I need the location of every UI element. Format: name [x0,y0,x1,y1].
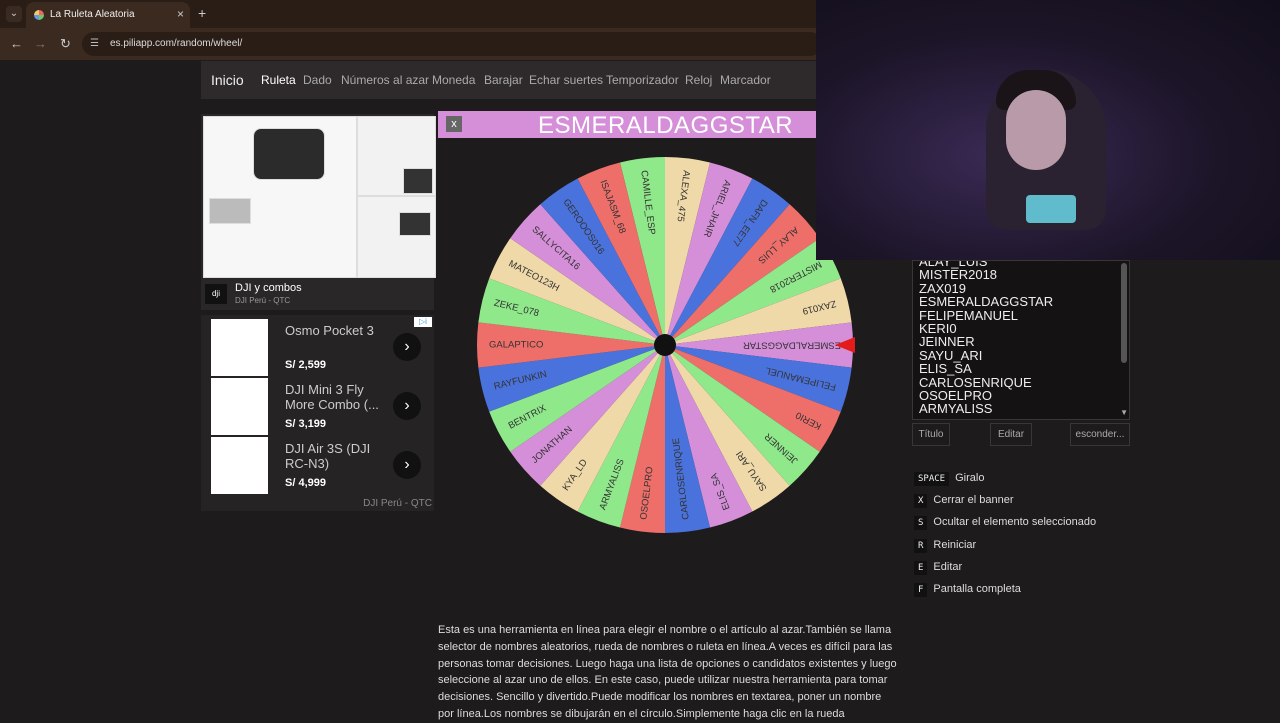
nav-home[interactable]: Inicio [211,72,244,88]
key-badge: SPACE [914,472,950,486]
shortcut-label: Ocultar el elemento seleccionado [933,516,1097,528]
ad-product-list: ▷i Osmo Pocket 3 S/ 2,599 › DJI Mini 3 F… [201,315,434,511]
shortcut-close-banner: X Cerrar el banner [914,494,1014,508]
product-thumbnail [211,437,268,494]
new-tab-icon[interactable]: + [198,5,206,21]
name-line: MISTER2018 [919,267,998,283]
wheel-segment-label: GALAPTICO [489,340,543,351]
names-textarea[interactable]: ALAY_LUIS MISTER2018 ZAX019 ESMERALDAGGS… [912,260,1130,420]
ad-title: DJI y combos [235,282,302,294]
nav-echar-suertes[interactable]: Echar suertes [529,73,603,87]
ad-banner[interactable]: dji DJI y combos DJI Perú - QTC [201,114,436,310]
name-line: FELIPEMANUEL [919,307,1018,323]
name-line: ARMYALISS [919,401,993,417]
nav-moneda[interactable]: Moneda [432,73,475,87]
back-icon[interactable]: ← [10,36,23,51]
nav-ruleta[interactable]: Ruleta [261,73,296,87]
nav-numeros[interactable]: Números al azar [341,73,429,87]
key-badge: E [914,561,928,575]
tab-search-icon[interactable]: ⌄ [6,6,22,22]
name-line: SAYU_ARI [919,347,983,363]
product-name: DJI Mini 3 Fly More Combo (... [285,382,379,412]
nav-marcador[interactable]: Marcador [720,73,771,87]
name-line: OSOELPRO [919,388,992,404]
scroll-down-icon[interactable]: ▼ [1120,408,1128,417]
close-banner-button[interactable]: x [446,116,462,132]
ad-product-item[interactable]: Osmo Pocket 3 S/ 2,599 › [211,319,431,377]
shortcut-label: Cerrar el banner [933,494,1014,506]
shortcut-label: Pantalla completa [933,583,1021,595]
tab-close-icon[interactable]: × [177,7,184,21]
chevron-right-icon[interactable]: › [393,451,421,479]
wheel-hub [654,334,676,356]
chevron-right-icon[interactable]: › [393,392,421,420]
product-price: S/ 3,199 [285,418,326,430]
ad-product-image [203,116,436,278]
wheel-segment-label: ESMERALDAGGSTAR [743,339,841,350]
name-line: ELIS_SA [919,361,972,377]
site-info-icon[interactable]: ☰ [90,38,99,49]
shortcut-label: Reiniciar [933,539,977,551]
name-line: CARLOSENRIQUE [919,374,1032,390]
favicon-icon [34,10,44,20]
ad-product-item[interactable]: DJI Air 3S (DJI RC-N3) S/ 4,999 › [211,437,431,495]
reload-icon[interactable]: ↻ [60,36,71,52]
shortcut-spin: SPACE Giralo [914,472,984,486]
product-price: S/ 2,599 [285,359,326,371]
product-thumbnail [211,378,268,435]
description-text: Esta es una herramienta en línea para el… [438,624,897,720]
winner-name: ESMERALDAGGSTAR [538,112,794,139]
product-name: Osmo Pocket 3 [285,323,374,338]
name-line: JEINNER [919,334,975,350]
ad-subtitle: DJI Perú - QTC [235,296,291,305]
ad-product-item[interactable]: DJI Mini 3 Fly More Combo (... S/ 3,199 … [211,378,431,436]
chevron-right-icon[interactable]: › [393,333,421,361]
url-field[interactable]: ☰ es.piliapp.com/random/wheel/ [82,32,822,56]
shortcut-fullscreen: F Pantalla completa [914,583,1021,597]
shortcut-edit: E Editar [914,561,962,575]
site-nav: Inicio Ruleta Dado Números al azar Moned… [201,61,816,99]
scrollbar[interactable] [1121,263,1127,363]
key-badge: F [914,583,928,597]
title-button[interactable]: Título [912,423,950,446]
shortcut-label: Giralo [955,472,985,484]
nav-dado[interactable]: Dado [303,73,332,87]
key-badge: R [914,539,928,553]
shortcut-label: Editar [933,561,963,573]
key-badge: X [914,494,928,508]
dji-logo-icon: dji [205,284,227,304]
nav-reloj[interactable]: Reloj [685,73,712,87]
webcam-overlay [816,0,1280,260]
shortcut-hide-selected: S Ocultar el elemento seleccionado [914,516,1096,530]
product-price: S/ 4,999 [285,477,326,489]
hide-button[interactable]: esconder... [1070,423,1130,446]
winner-banner: x ESMERALDAGGSTAR [438,111,817,139]
name-line: KERI0 [919,321,957,337]
key-badge: S [914,516,928,530]
product-thumbnail [211,319,268,376]
name-line: ESMERALDAGGSTAR [919,294,1054,310]
url-text: es.piliapp.com/random/wheel/ [110,38,243,49]
nav-barajar[interactable]: Barajar [484,73,523,87]
product-name: DJI Air 3S (DJI RC-N3) [285,441,371,471]
name-line: ZAX019 [919,280,966,296]
edit-button[interactable]: Editar [990,423,1032,446]
forward-icon[interactable]: → [34,36,47,51]
shortcut-reset: R Reiniciar [914,539,976,553]
nav-temporizador[interactable]: Temporizador [606,73,679,87]
ad-footer: DJI Perú - QTC [363,498,432,509]
browser-tab[interactable]: La Ruleta Aleatoria × [26,2,190,28]
tab-title: La Ruleta Aleatoria [50,9,135,20]
roulette-wheel[interactable]: CAMILLE_ESP ALEXA_475 ARIEL_JHAIRDAFN_EE77… [476,156,856,536]
